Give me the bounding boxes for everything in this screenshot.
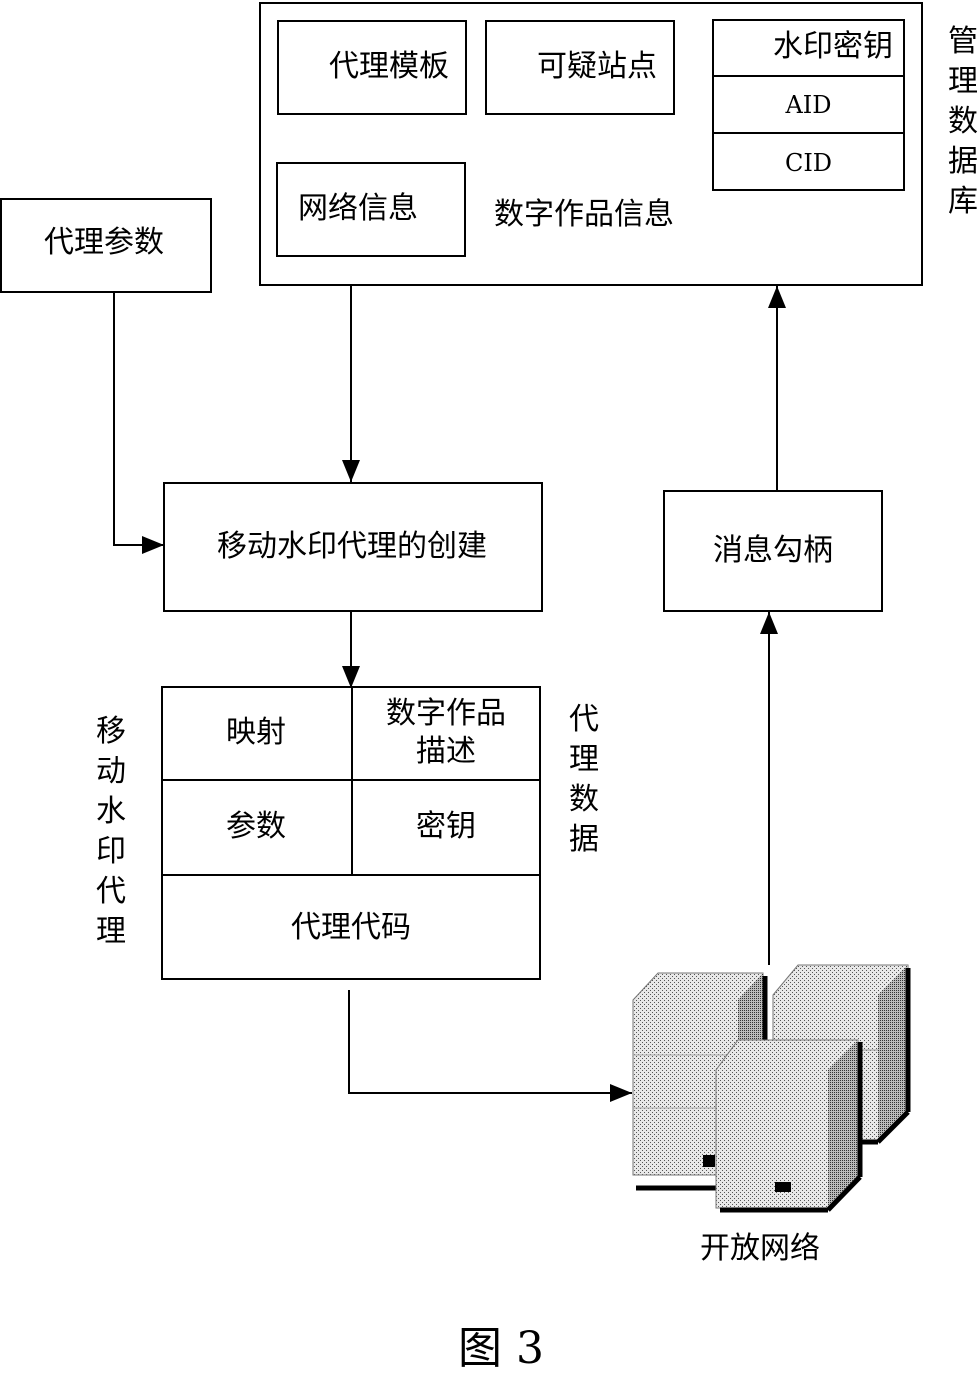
agent-code-cell: 代理代码: [161, 876, 541, 980]
watermark-key-label: 水印密钥: [773, 29, 893, 64]
network-info-label: 网络信息: [298, 191, 418, 226]
mapping-label: 映射: [226, 714, 286, 750]
arrow-agent-to-network: [348, 990, 632, 1102]
mobile-agent-label: 移动水印代理: [96, 714, 126, 949]
suspicious-sites-label: 可疑站点: [537, 49, 657, 84]
watermark-key-cell: 水印密钥: [712, 19, 905, 77]
aid-label: AID: [785, 90, 832, 119]
message-hook-label: 消息勾柄: [713, 533, 833, 568]
work-description-cell: 数字作品描述: [351, 686, 541, 781]
agent-params-label: 代理参数: [44, 225, 164, 260]
server-front: [715, 1039, 863, 1213]
agent-creation-box: 移动水印代理的创建: [163, 482, 543, 612]
agent-data-label: 代理数据: [569, 702, 599, 857]
suspicious-sites-box: 可疑站点: [485, 20, 675, 115]
key-cell: 密钥: [351, 780, 541, 876]
cid-label: CID: [784, 148, 833, 177]
arrow-params-to-creation: [113, 293, 164, 554]
message-hook-box: 消息勾柄: [663, 490, 883, 612]
server-cluster-icon: [632, 964, 911, 1213]
digital-work-info-label: 数字作品信息: [494, 197, 674, 232]
mapping-cell: 映射: [161, 686, 353, 781]
work-description-label: 数字作品描述: [386, 695, 506, 769]
agent-params-box: 代理参数: [0, 198, 212, 293]
agent-template-label: 代理模板: [329, 49, 449, 84]
agent-creation-label: 移动水印代理的创建: [217, 529, 487, 564]
key-label: 密钥: [416, 809, 476, 844]
cid-cell: CID: [712, 134, 905, 191]
agent-template-box: 代理模板: [277, 20, 467, 115]
params-label: 参数: [226, 809, 286, 844]
figure-caption: 图 3: [458, 1323, 544, 1374]
open-network-label: 开放网络: [700, 1231, 820, 1266]
management-database-label: 管理数据库: [948, 24, 978, 219]
aid-cell: AID: [712, 77, 905, 134]
params-cell: 参数: [161, 780, 353, 876]
agent-code-label: 代理代码: [291, 910, 411, 945]
network-info-box: 网络信息: [276, 162, 466, 257]
